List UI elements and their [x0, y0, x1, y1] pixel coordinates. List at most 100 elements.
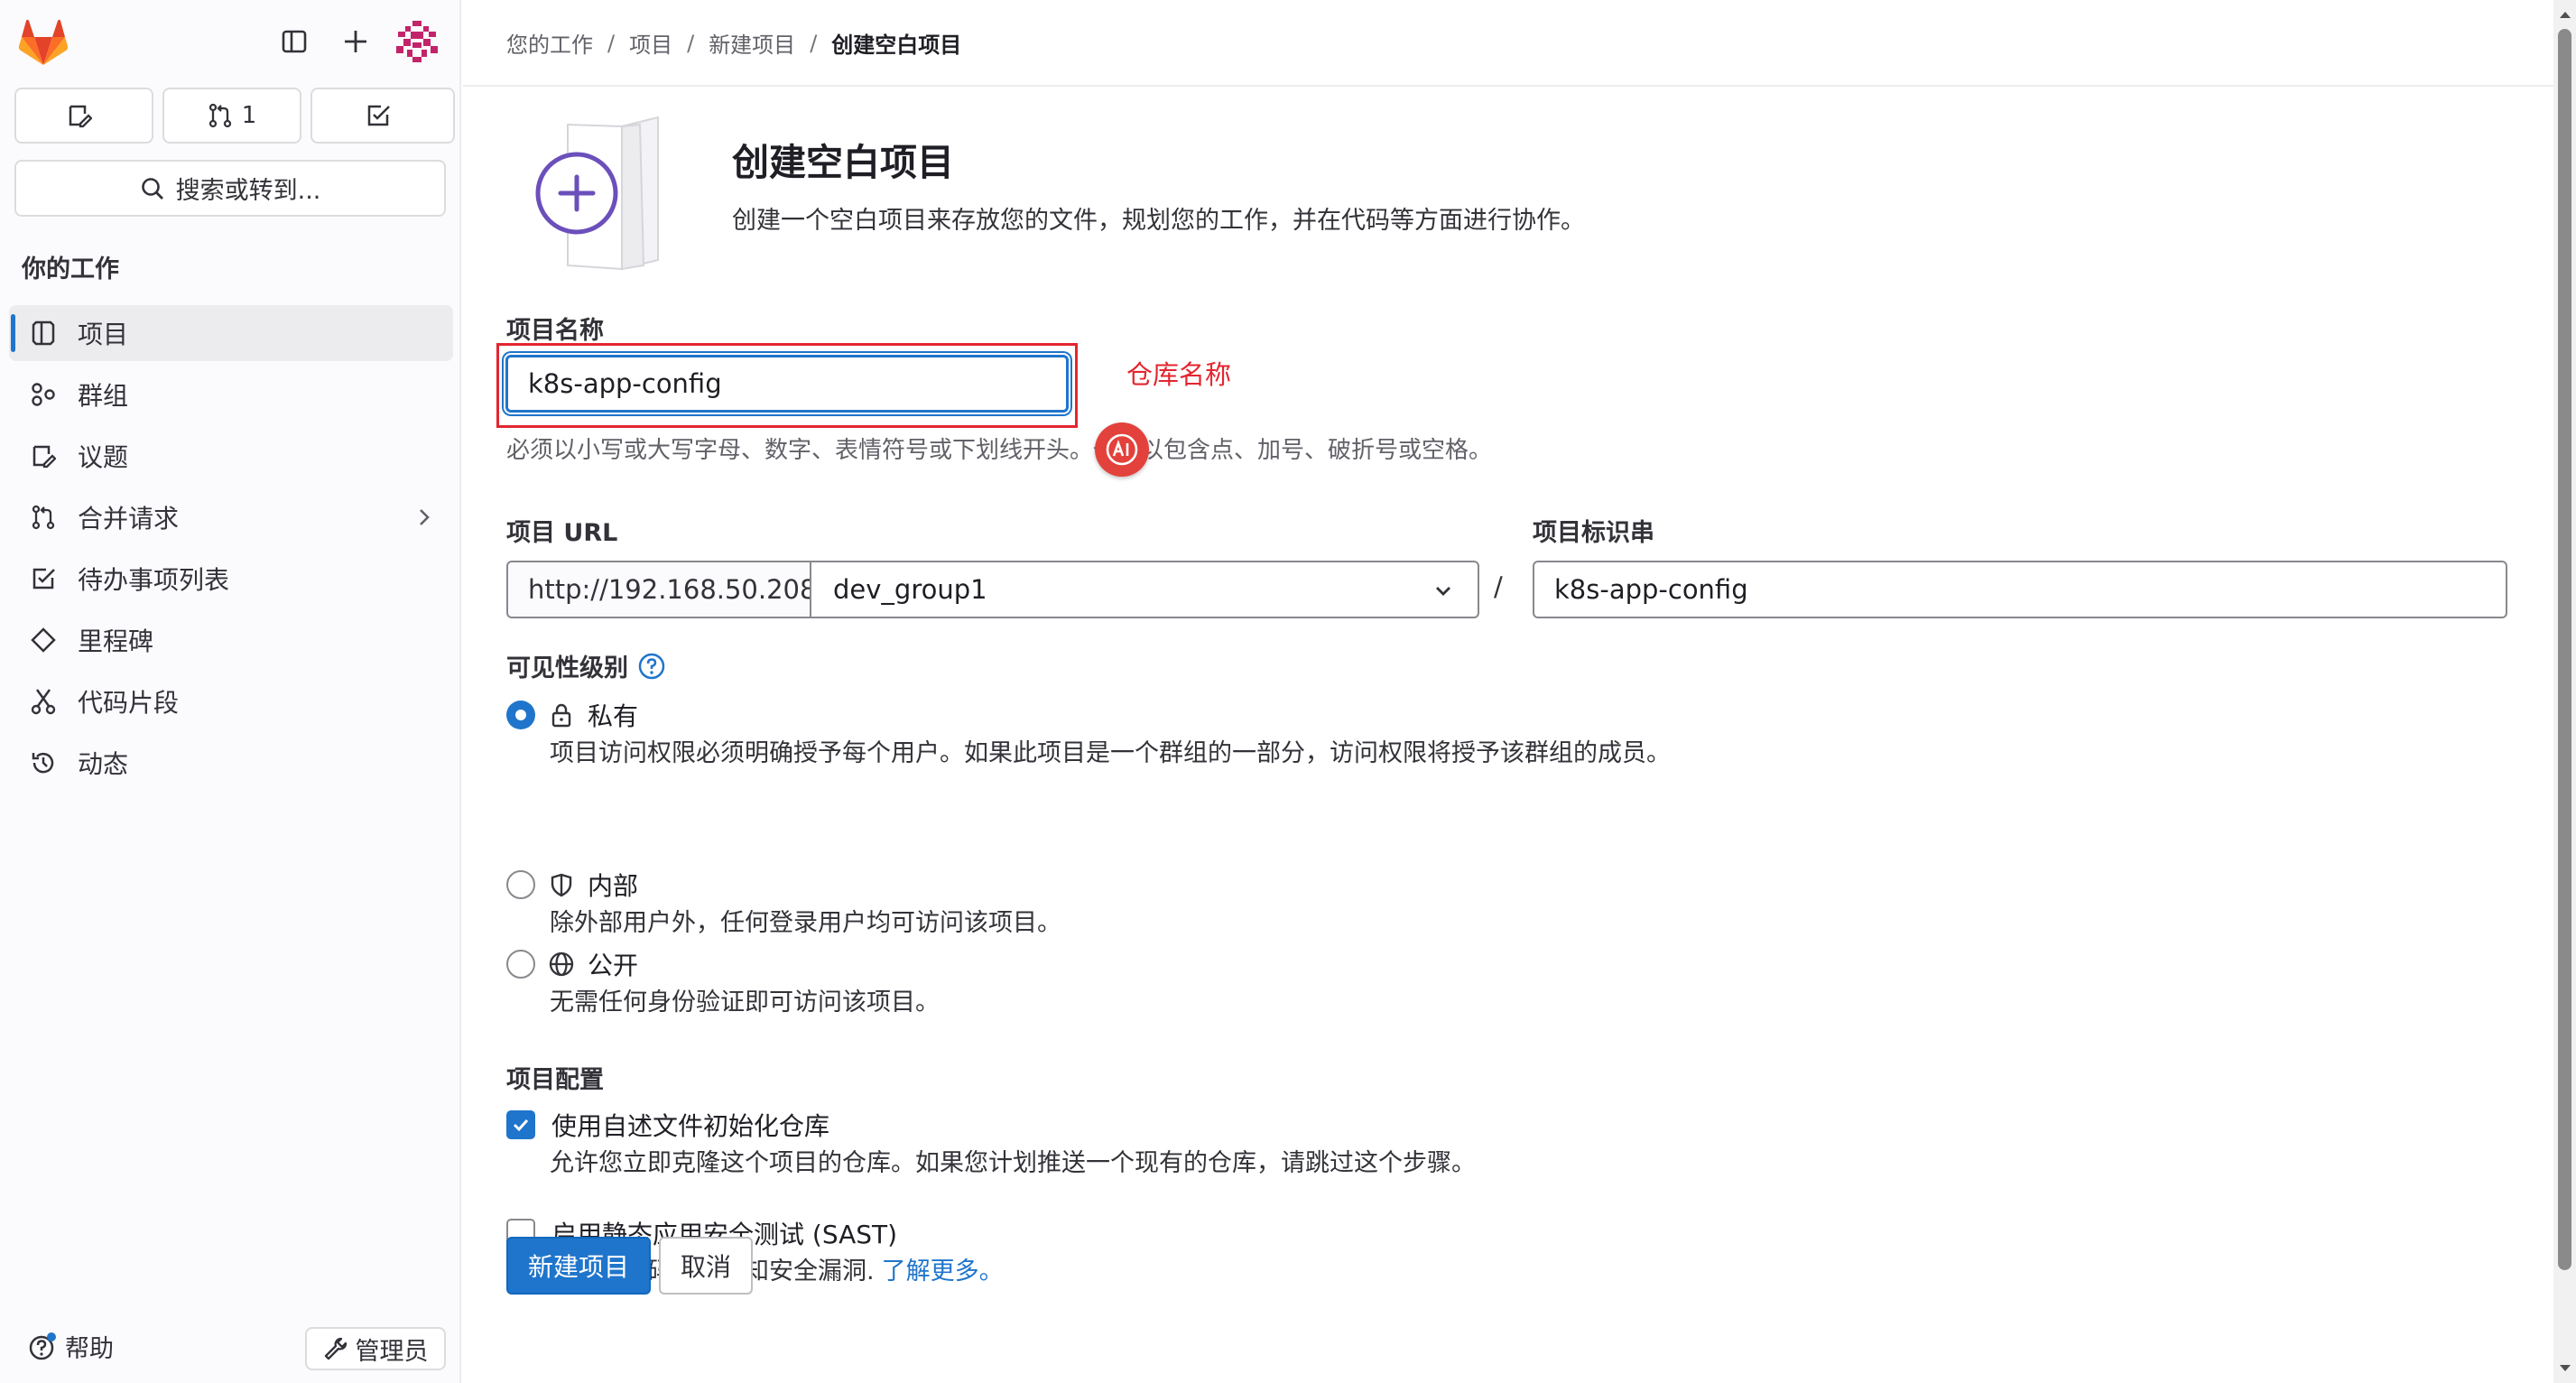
project-name-input[interactable]: k8s-app-config: [505, 355, 1069, 413]
radio-private[interactable]: [506, 701, 535, 729]
page-scrollbar[interactable]: [2553, 0, 2576, 1383]
sidebar-toggle-icon[interactable]: [276, 23, 312, 60]
merge-request-icon: [29, 503, 58, 532]
merge-request-icon: [208, 103, 233, 128]
visibility-desc-public: 无需任何身份验证即可访问该项目。: [550, 989, 940, 1016]
visibility-label-internal: 内部: [588, 871, 639, 901]
visibility-heading: 可见性级别: [506, 648, 666, 683]
sidebar-item-label: 待办事项列表: [78, 565, 230, 595]
sidebar-item-label: 里程碑: [78, 627, 154, 656]
question-icon[interactable]: [637, 652, 666, 681]
top-bar: 您的工作 / 项目 / 新建项目 / 创建空白项目: [463, 0, 2553, 87]
admin-label: 管理员: [355, 1337, 429, 1366]
visibility-desc-private: 项目访问权限必须明确授予每个用户。如果此项目是一个群组的一部分，访问权限将授予该…: [550, 739, 1671, 767]
globe-icon: [548, 951, 575, 978]
issues-icon: [67, 103, 92, 128]
namespace-value: dev_group1: [833, 574, 987, 605]
radio-internal[interactable]: [506, 870, 535, 899]
user-avatar[interactable]: [394, 18, 440, 65]
help-icon: [27, 1332, 58, 1362]
create-project-button[interactable]: 新建项目: [506, 1237, 651, 1295]
visibility-option-internal[interactable]: 内部: [506, 867, 638, 903]
sidebar-item-snippets[interactable]: 代码片段: [9, 673, 453, 729]
project-url-label: 项目 URL: [506, 519, 618, 547]
readme-checkbox[interactable]: [506, 1110, 535, 1139]
sidebar-item-label: 代码片段: [78, 688, 180, 718]
wrench-icon: [323, 1336, 348, 1361]
breadcrumb-projects[interactable]: 项目: [629, 27, 672, 59]
url-prefix: http://192.168.50.208/: [506, 561, 825, 618]
gitlab-logo-icon[interactable]: [18, 18, 69, 67]
readme-option[interactable]: 使用自述文件初始化仓库: [506, 1107, 829, 1143]
chevron-right-icon: [415, 506, 433, 528]
breadcrumb-new-project[interactable]: 新建项目: [709, 27, 795, 59]
sidebar-item-label: 合并请求: [78, 504, 180, 534]
help-button[interactable]: 帮助: [27, 1329, 114, 1364]
breadcrumb-separator: /: [810, 30, 818, 56]
namespace-select[interactable]: dev_group1: [810, 561, 1479, 618]
visibility-label-private: 私有: [588, 701, 639, 731]
todos-count-button[interactable]: [310, 88, 455, 144]
sidebar-nav: 项目 群组 议题 合并请求 待办事项列表 里程碑 代码片段 动态: [9, 305, 453, 796]
main-content: 创建空白项目 创建一个空白项目来存放您的文件，规划您的工作，并在代码等方面进行协…: [463, 88, 2553, 1383]
sidebar-item-activity[interactable]: 动态: [9, 735, 453, 791]
issues-count-button[interactable]: [14, 88, 153, 144]
visibility-option-private[interactable]: 私有: [506, 697, 638, 733]
todo-icon: [29, 564, 58, 593]
search-button[interactable]: 搜索或转到...: [14, 160, 446, 217]
visibility-option-public[interactable]: 公开: [506, 946, 638, 982]
project-name-help: 必须以小写或大写字母、数字、表情符号或下划线开头。也可以包含点、加号、破折号或空…: [506, 437, 1493, 464]
project-slug-input[interactable]: k8s-app-config: [1533, 561, 2507, 618]
url-separator: /: [1494, 571, 1503, 602]
chevron-down-icon: [1432, 580, 1454, 602]
page-title: 创建空白项目: [732, 141, 954, 184]
learn-more-link[interactable]: 了解更多。: [882, 1251, 1004, 1286]
search-icon: [140, 176, 165, 201]
help-label: 帮助: [65, 1335, 114, 1363]
sidebar-item-projects[interactable]: 项目: [9, 305, 453, 361]
merge-requests-count-button[interactable]: 1: [162, 88, 301, 144]
visibility-desc-internal: 除外部用户外，任何登录用户均可访问该项目。: [550, 909, 1061, 937]
your-work-heading: 你的工作: [22, 255, 119, 283]
sidebar-item-label: 群组: [78, 381, 129, 411]
readme-desc: 允许您立即克隆这个项目的仓库。如果您计划推送一个现有的仓库，请跳过这个步骤。: [550, 1149, 1476, 1177]
sidebar-item-label: 动态: [78, 749, 129, 779]
sidebar: 1 搜索或转到... 你的工作 项目 群组 议题 合并请求 待办事项列表 里程碑…: [0, 0, 461, 1383]
sidebar-item-label: 项目: [78, 320, 129, 349]
lock-icon: [548, 701, 575, 729]
sidebar-header: [0, 0, 461, 87]
issues-icon: [29, 441, 58, 470]
sidebar-item-todos[interactable]: 待办事项列表: [9, 551, 453, 607]
breadcrumb: 您的工作 / 项目 / 新建项目 / 创建空白项目: [506, 27, 961, 59]
readme-label: 使用自述文件初始化仓库: [551, 1111, 830, 1141]
breadcrumb-separator: /: [607, 30, 616, 56]
breadcrumb-current[interactable]: 创建空白项目: [831, 27, 961, 59]
blank-project-illustration: [532, 116, 712, 271]
breadcrumb-separator: /: [687, 30, 695, 56]
scrollbar-thumb[interactable]: [2558, 29, 2571, 1270]
admin-button[interactable]: 管理员: [305, 1327, 446, 1370]
project-name-label: 项目名称: [506, 317, 604, 345]
visibility-label-public: 公开: [588, 951, 639, 980]
group-icon: [29, 380, 58, 409]
annotation-label: 仓库名称: [1126, 359, 1232, 390]
todo-icon: [366, 103, 391, 128]
sidebar-item-merge-requests[interactable]: 合并请求: [9, 489, 453, 545]
sidebar-item-milestones[interactable]: 里程碑: [9, 612, 453, 668]
visibility-label: 可见性级别: [506, 654, 628, 682]
merge-requests-count: 1: [241, 102, 257, 129]
radio-public[interactable]: [506, 950, 535, 979]
history-icon: [29, 748, 58, 777]
count-buttons: 1: [14, 88, 455, 144]
milestone-icon: [29, 626, 58, 654]
scroll-up-icon[interactable]: [2557, 5, 2572, 23]
sidebar-item-issues[interactable]: 议题: [9, 428, 453, 484]
breadcrumb-your-work[interactable]: 您的工作: [506, 27, 593, 59]
snippet-icon: [29, 687, 58, 716]
cancel-button[interactable]: 取消: [659, 1237, 753, 1295]
ai-assistant-icon[interactable]: [1095, 422, 1149, 477]
sidebar-item-groups[interactable]: 群组: [9, 367, 453, 422]
scroll-down-icon[interactable]: [2557, 1360, 2572, 1378]
plus-icon[interactable]: [338, 23, 374, 60]
shield-icon: [548, 871, 575, 898]
